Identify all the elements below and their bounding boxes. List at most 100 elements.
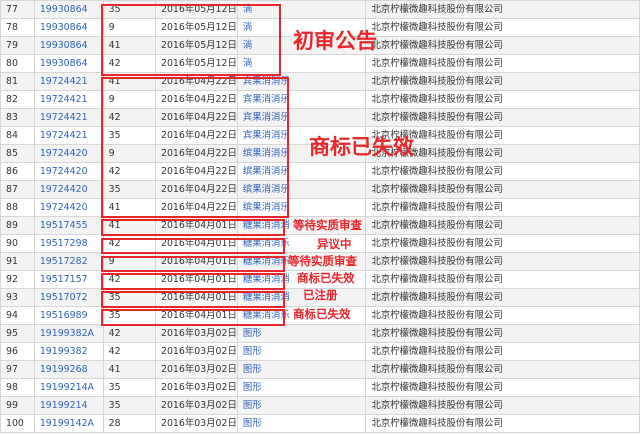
row-number-cell: 85 [0,144,35,163]
table-row: 88 19724420 41 2016年04月22日 缤果消消乐 北京柠檬微趣科技股份有限… [0,198,640,217]
table-row: 87 19724420 35 2016年04月22日 缤果消消乐 北京柠檬微趣科技股份有限… [0,180,640,199]
registration-number-link[interactable]: 19517072 [33,288,104,307]
class-cell: 42 [102,324,157,343]
invalid-small-annotation: 商标已失效 [297,271,355,285]
row-number-cell: 83 [0,108,35,127]
applicant-cell: 北京柠檬微趣科技股份有限公司 [365,54,640,73]
table-row: 99 19199214 35 2016年03月02日 图形 北京柠檬微趣科技股份有限公司 [0,396,640,415]
row-number-cell: 86 [0,162,35,181]
registration-number-link[interactable]: 19517455 [33,216,104,235]
registration-number-link[interactable]: 19517282 [33,252,104,271]
trademark-name-link[interactable]: 图形 [236,342,367,361]
applicant-cell: 北京柠檬微趣科技股份有限公司 [365,306,640,325]
row-number-cell: 84 [0,126,35,145]
row-number-cell: 96 [0,342,35,361]
table-row: 96 19199382 42 2016年03月02日 图形 北京柠檬微趣科技股份有限公司 [0,342,640,361]
row-number-cell: 78 [0,18,35,37]
table-row: 80 19930864 42 2016年05月12日淌北京柠檬微趣科技股份有限公司 [0,54,640,73]
row-number-cell: 82 [0,90,35,109]
registration-number-link[interactable]: 19199268 [33,360,104,379]
registration-number-link[interactable]: 19199382A [33,324,104,343]
applicant-cell: 北京柠檬微趣科技股份有限公司 [365,0,640,19]
invalid-small-highlight-box [101,273,285,290]
invalid-annotation: 商标已失效 [309,135,414,159]
class-cell: 35 [102,378,157,397]
applicant-cell: 北京柠檬微趣科技股份有限公司 [365,162,640,181]
invalid-last-annotation: 商标已失效 [293,307,351,321]
trademark-name-link[interactable]: 图形 [236,396,367,415]
trademark-name-link[interactable]: 图形 [236,378,367,397]
row-number-cell: 93 [0,288,35,307]
row-number-cell: 91 [0,252,35,271]
row-number-cell: 81 [0,72,35,91]
table-row: 86 19724420 42 2016年04月22日 缤果消消乐 北京柠檬微趣科技股份有限… [0,162,640,181]
row-number-cell: 92 [0,270,35,289]
table-row: 97 19199268 41 2016年03月02日 图形 北京柠檬微趣科技股份有限公司 [0,360,640,379]
registration-number-link[interactable]: 19724421 [33,126,104,145]
applicant-cell: 北京柠檬微趣科技股份有限公司 [365,198,640,217]
applicant-cell: 北京柠檬微趣科技股份有限公司 [365,342,640,361]
registration-number-link[interactable]: 19724421 [33,108,104,127]
applicant-cell: 北京柠檬微趣科技股份有限公司 [365,234,640,253]
registration-number-link[interactable]: 19724420 [33,180,104,199]
application-date-cell: 2016年03月02日 [155,360,238,379]
table-row: 95 19199382A 42 2016年03月02日 图形 北京柠檬微趣科技股份有限公司 [0,324,640,343]
applicant-cell: 北京柠檬微趣科技股份有限公司 [365,18,640,37]
registration-number-link[interactable]: 19199382 [33,342,104,361]
table-row: 83 19724421 42 2016年04月22日 宾果消消乐 北京柠檬微趣科技股份有限… [0,108,640,127]
applicant-cell: 北京柠檬微趣科技股份有限公司 [365,180,640,199]
registration-number-link[interactable]: 19930864 [33,18,104,37]
registration-number-link[interactable]: 19517298 [33,234,104,253]
class-cell: 41 [102,360,157,379]
row-number-cell: 89 [0,216,35,235]
registered-annotation: 已注册 [303,288,338,302]
trademark-name-link[interactable]: 图形 [236,324,367,343]
row-number-cell: 100 [0,414,35,433]
class-cell: 42 [102,342,157,361]
row-number-cell: 79 [0,36,35,55]
row-number-cell: 97 [0,360,35,379]
trademark-name-link[interactable]: 图形 [236,414,367,433]
applicant-cell: 北京柠檬微趣科技股份有限公司 [365,216,640,235]
pending-annotation-2: 等待实质审查 [288,254,357,268]
pending-annotation-1: 等待实质审查 [293,218,362,232]
registration-number-link[interactable]: 19516989 [33,306,104,325]
objection-highlight-box [101,238,285,254]
registration-number-link[interactable]: 19199214 [33,396,104,415]
registration-number-link[interactable]: 19724421 [33,90,104,109]
applicant-cell: 北京柠檬微趣科技股份有限公司 [365,108,640,127]
invalid-last-highlight-box [101,309,285,326]
applicant-cell: 北京柠檬微趣科技股份有限公司 [365,360,640,379]
objection-annotation: 异议中 [317,237,352,251]
row-number-cell: 95 [0,324,35,343]
table-row: 98 19199214A 35 2016年03月02日 图形 北京柠檬微趣科技股份有限公司 [0,378,640,397]
applicant-cell: 北京柠檬微趣科技股份有限公司 [365,36,640,55]
registration-number-link[interactable]: 19517157 [33,270,104,289]
applicant-cell: 北京柠檬微趣科技股份有限公司 [365,324,640,343]
application-date-cell: 2016年03月02日 [155,396,238,415]
pending-highlight-box-2 [101,256,285,272]
registration-number-link[interactable]: 19199214A [33,378,104,397]
registered-highlight-box [101,291,285,308]
registration-number-link[interactable]: 19930864 [33,36,104,55]
trademark-name-link[interactable]: 图形 [236,360,367,379]
row-number-cell: 98 [0,378,35,397]
registration-number-link[interactable]: 19199142A [33,414,104,433]
row-number-cell: 94 [0,306,35,325]
registration-number-link[interactable]: 19724420 [33,144,104,163]
invalid-highlight-box [101,77,289,218]
registration-number-link[interactable]: 19930864 [33,0,104,19]
row-number-cell: 77 [0,0,35,19]
class-cell: 35 [102,396,157,415]
table-row: 100 19199142A 28 2016年03月02日 图形 北京柠檬微趣科技股份有限公… [0,414,640,433]
registration-number-link[interactable]: 19724420 [33,162,104,181]
application-date-cell: 2016年03月02日 [155,324,238,343]
applicant-cell: 北京柠檬微趣科技股份有限公司 [365,270,640,289]
applicant-cell: 北京柠檬微趣科技股份有限公司 [365,378,640,397]
registration-number-link[interactable]: 19930864 [33,54,104,73]
application-date-cell: 2016年03月02日 [155,378,238,397]
registration-number-link[interactable]: 19724420 [33,198,104,217]
preliminary-annotation: 初审公告 [293,29,377,53]
registration-number-link[interactable]: 19724421 [33,72,104,91]
applicant-cell: 北京柠檬微趣科技股份有限公司 [365,72,640,91]
